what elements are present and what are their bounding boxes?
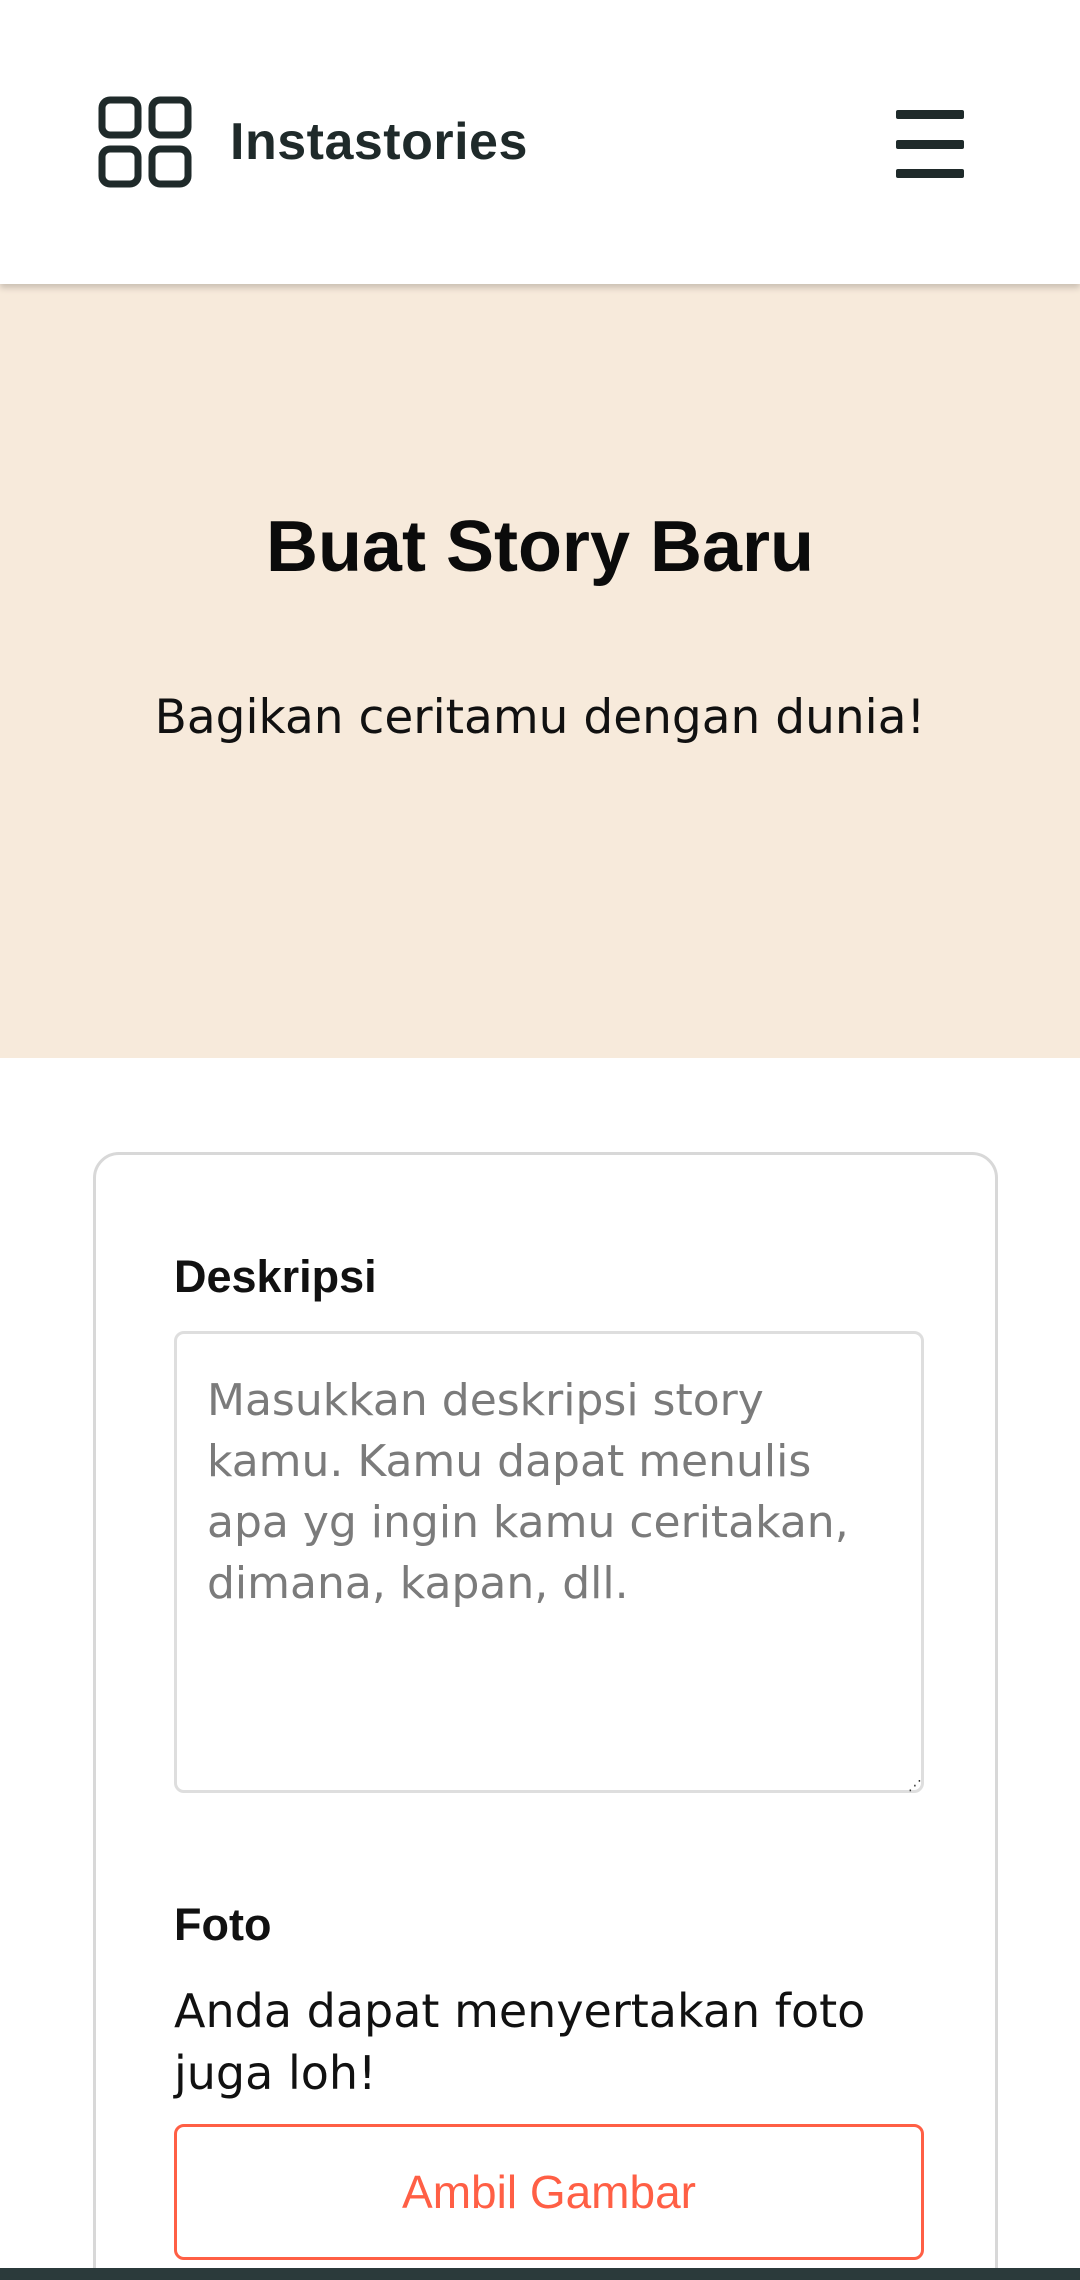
brand[interactable]: Instastories xyxy=(98,96,528,188)
story-form-card: Deskripsi ⋰ Foto Anda dapat menyertakan … xyxy=(93,1152,998,2280)
take-photo-button[interactable]: Ambil Gambar xyxy=(174,2124,924,2260)
photo-label: Foto xyxy=(174,1899,272,1950)
menu-bar xyxy=(896,110,964,119)
photo-help-text: Anda dapat menyertakan foto juga loh! xyxy=(174,1984,866,2100)
description-label: Deskripsi xyxy=(174,1251,377,1302)
menu-bar xyxy=(896,169,964,178)
top-header: Instastories xyxy=(0,0,1080,284)
page: Instastories Buat Story Baru Bagikan cer… xyxy=(0,0,1080,2280)
menu-bar xyxy=(896,139,964,149)
grid-icon xyxy=(98,96,192,188)
page-title: Buat Story Baru xyxy=(265,507,815,587)
hero-section: Buat Story Baru Bagikan ceritamu dengan … xyxy=(0,284,1080,1058)
hamburger-menu-icon[interactable] xyxy=(896,110,964,178)
app-title: Instastories xyxy=(230,113,528,171)
textarea-resize-handle[interactable]: ⋰ xyxy=(908,1778,922,1792)
page-subtitle: Bagikan ceritamu dengan dunia! xyxy=(154,690,926,745)
bottom-strip xyxy=(0,2268,1080,2280)
description-textarea[interactable] xyxy=(174,1331,924,1793)
